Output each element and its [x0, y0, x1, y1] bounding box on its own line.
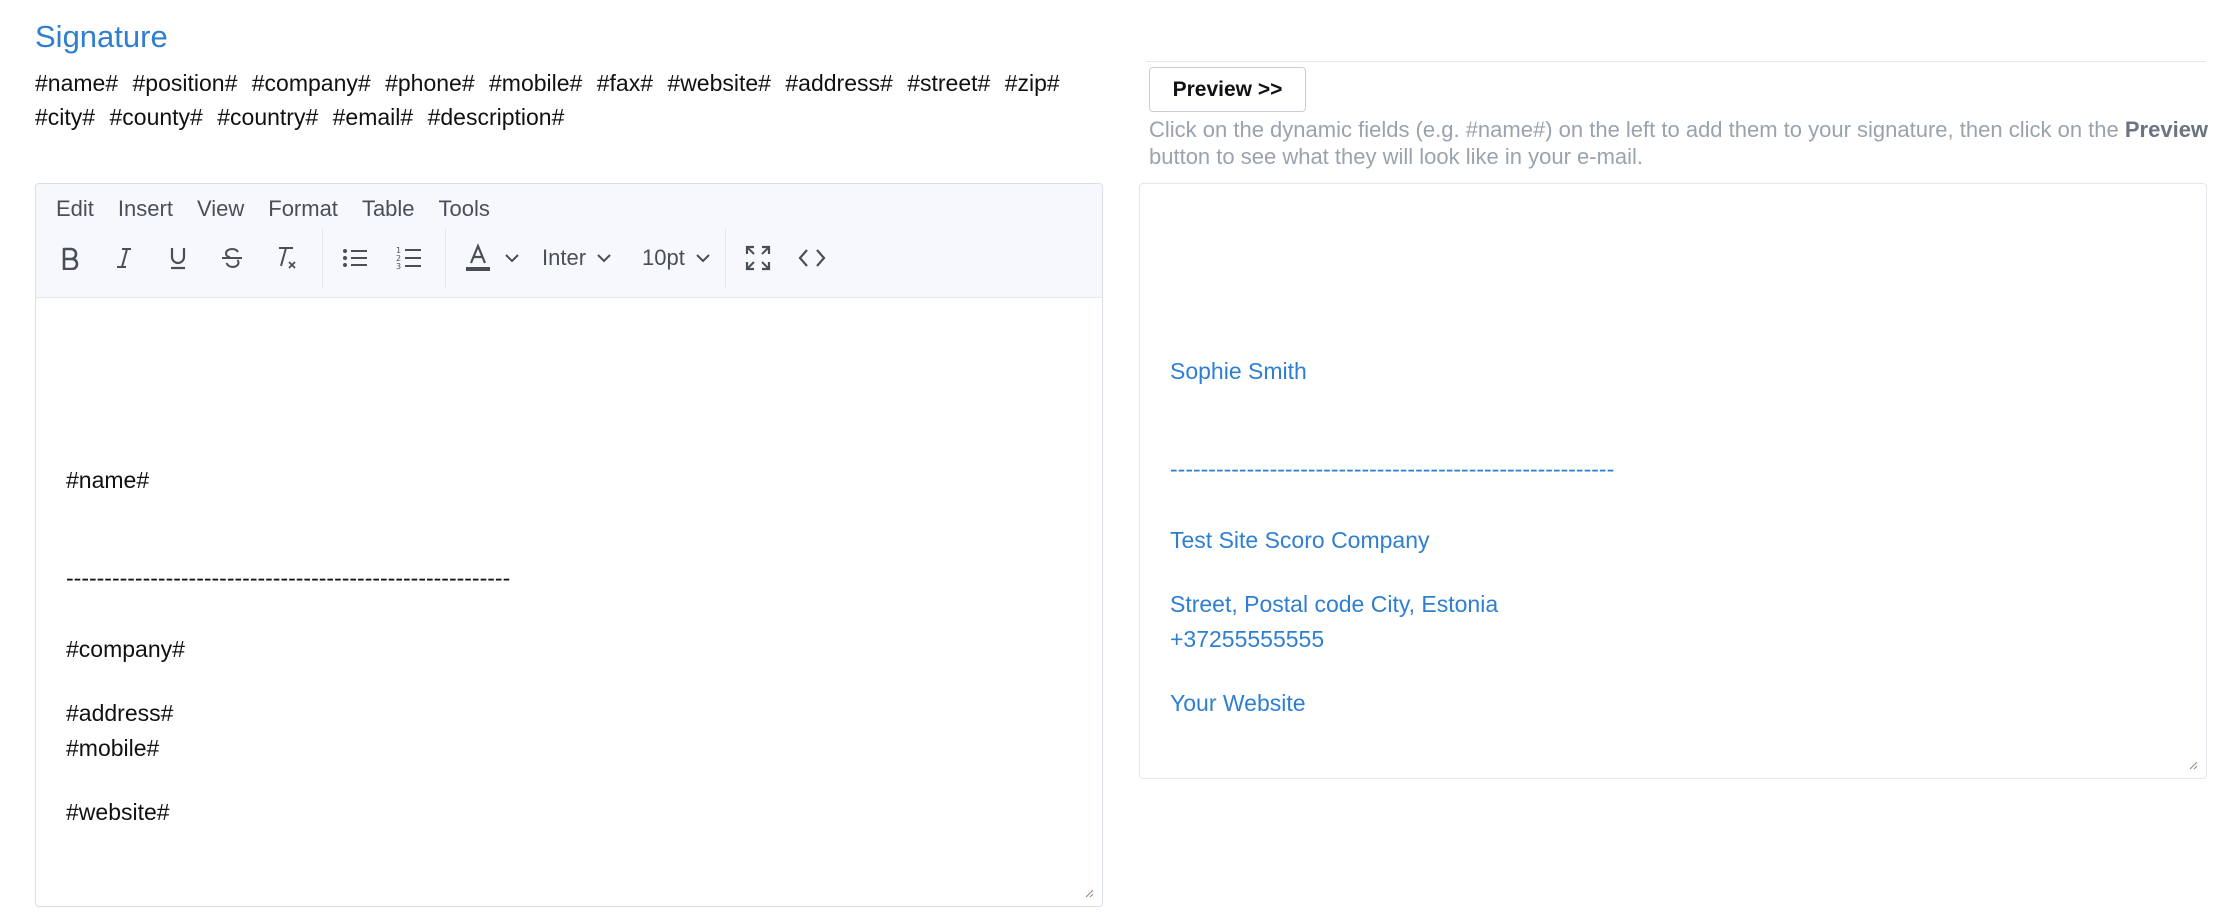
preview-line-company: Test Site Scoro Company [1170, 527, 1430, 553]
field-country[interactable]: #country# [217, 104, 318, 130]
fullscreen-icon[interactable] [736, 236, 780, 280]
text-color-icon[interactable] [456, 236, 500, 280]
preview-line-name: Sophie Smith [1170, 358, 1307, 384]
preview-line-address: Street, Postal code City, Estonia [1170, 591, 1499, 617]
section-title: Signature [35, 19, 168, 54]
italic-icon[interactable] [102, 236, 146, 280]
editor-menubar: Edit Insert View Format Table Tools [36, 184, 1102, 228]
editor-line-address: #address# [66, 700, 174, 726]
preview-button[interactable]: Preview >> [1149, 67, 1306, 112]
help-text-before: Click on the dynamic fields (e.g. #name#… [1149, 117, 2125, 142]
signature-editor: Edit Insert View Format Table Tools 1 2 … [35, 183, 1103, 907]
menu-table[interactable]: Table [362, 196, 415, 228]
chevron-down-icon [696, 254, 710, 263]
font-family-select[interactable]: Inter [542, 245, 612, 271]
font-size-value: 10pt [642, 245, 685, 270]
top-divider [1146, 61, 2206, 62]
resize-handle-icon[interactable] [2188, 760, 2198, 770]
field-company[interactable]: #company# [252, 70, 371, 96]
source-code-icon[interactable] [790, 236, 834, 280]
field-address[interactable]: #address# [785, 70, 892, 96]
menu-insert[interactable]: Insert [118, 196, 173, 228]
field-mobile[interactable]: #mobile# [489, 70, 582, 96]
field-website[interactable]: #website# [667, 70, 771, 96]
text-color-dropdown-icon[interactable] [500, 236, 524, 280]
toolbar-separator [322, 228, 323, 288]
editor-header: Edit Insert View Format Table Tools 1 2 … [36, 184, 1102, 298]
editor-line-website: #website# [66, 799, 170, 825]
editor-line-mobile: #mobile# [66, 735, 160, 761]
field-county[interactable]: #county# [109, 104, 202, 130]
field-name[interactable]: #name# [35, 70, 118, 96]
font-family-value: Inter [542, 245, 587, 270]
numbered-list-icon[interactable]: 123 [387, 236, 431, 280]
field-city[interactable]: #city# [35, 104, 95, 130]
bold-icon[interactable] [48, 236, 92, 280]
field-position[interactable]: #position# [133, 70, 238, 96]
chevron-down-icon [597, 254, 611, 263]
toolbar-separator [724, 228, 726, 288]
editor-line-name: #name# [66, 467, 150, 493]
field-zip[interactable]: #zip# [1005, 70, 1060, 96]
field-description[interactable]: #description# [428, 104, 565, 130]
help-text: Click on the dynamic fields (e.g. #name#… [1149, 116, 2209, 170]
svg-text:3: 3 [396, 262, 401, 271]
dynamic-fields: #name# #position# #company# #phone# #mob… [35, 66, 1095, 134]
editor-line-company: #company# [66, 636, 185, 662]
field-street[interactable]: #street# [907, 70, 990, 96]
field-fax[interactable]: #fax# [597, 70, 653, 96]
preview-line-mobile: +37255555555 [1170, 626, 1325, 652]
menu-format[interactable]: Format [268, 196, 338, 228]
preview-line-divider: ----------------------------------------… [1170, 456, 1615, 482]
field-email[interactable]: #email# [333, 104, 414, 130]
clear-format-icon[interactable] [264, 236, 308, 280]
field-phone[interactable]: #phone# [385, 70, 475, 96]
toolbar-separator [445, 228, 446, 288]
editor-toolbar: 123 Inter 10pt [36, 228, 1102, 288]
resize-handle-icon[interactable] [1084, 888, 1094, 898]
menu-tools[interactable]: Tools [439, 196, 490, 228]
underline-icon[interactable] [156, 236, 200, 280]
font-size-select[interactable]: 10pt [642, 245, 711, 271]
editor-line-divider: ----------------------------------------… [66, 565, 511, 591]
help-text-after: button to see what they will look like i… [1149, 144, 1644, 169]
signature-preview: Sophie Smith ---------------------------… [1139, 183, 2207, 779]
menu-view[interactable]: View [197, 196, 244, 228]
preview-line-website: Your Website [1170, 690, 1306, 716]
menu-edit[interactable]: Edit [56, 196, 94, 228]
strikethrough-icon[interactable] [210, 236, 254, 280]
bullet-list-icon[interactable] [333, 236, 377, 280]
help-text-bold: Preview [2124, 117, 2209, 142]
